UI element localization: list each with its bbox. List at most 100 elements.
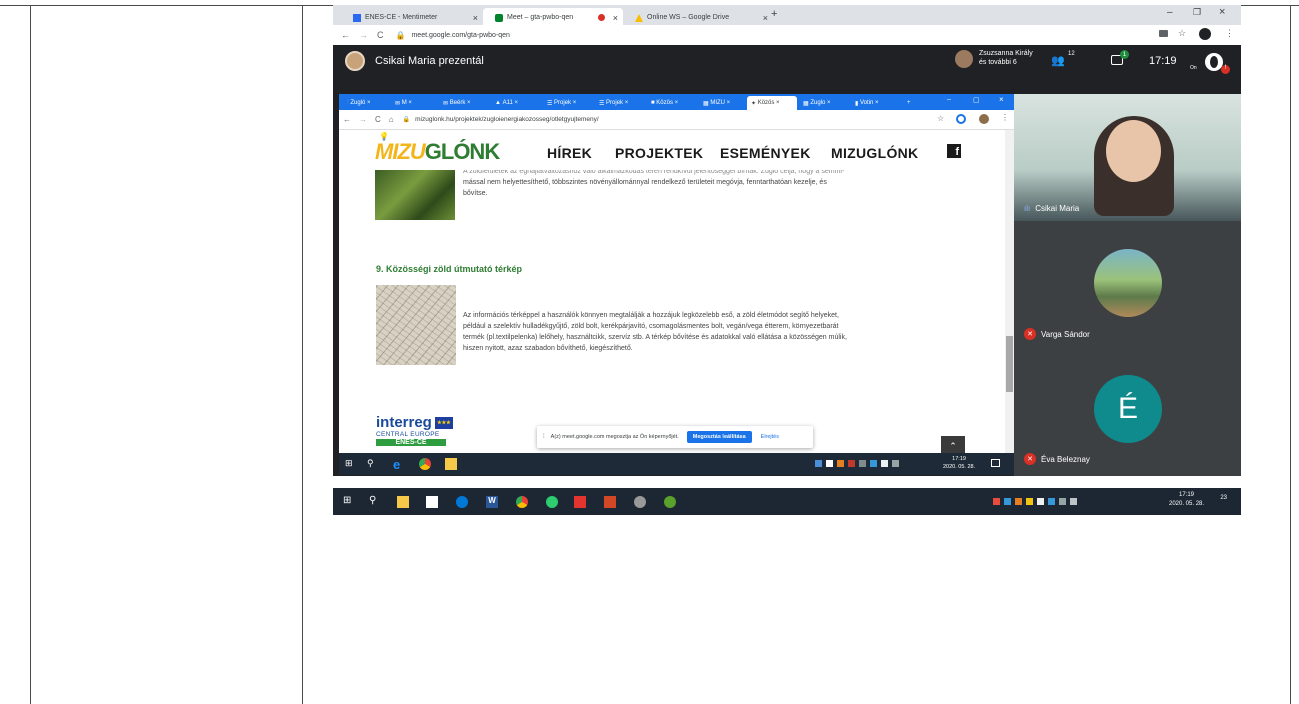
drag-handle-icon[interactable]: ⁞ bbox=[543, 434, 545, 440]
star-icon[interactable]: ☆ bbox=[937, 114, 944, 123]
outer-clock[interactable]: 17:19 2020. 05. 28. bbox=[1169, 491, 1204, 509]
mail-icon[interactable] bbox=[456, 496, 468, 508]
tray-icon[interactable] bbox=[1037, 498, 1044, 505]
back-icon[interactable]: ← bbox=[343, 115, 351, 124]
windows-start-icon[interactable]: ⊞ bbox=[345, 458, 357, 470]
nav-esemenyek[interactable]: ESEMÉNYEK bbox=[720, 145, 811, 161]
maximize-icon[interactable]: ❐ bbox=[1193, 7, 1201, 18]
nav-hirek[interactable]: HÍREK bbox=[547, 145, 592, 161]
nav-projektek[interactable]: PROJEKTEK bbox=[615, 145, 703, 161]
back-icon[interactable]: ← bbox=[341, 30, 350, 40]
notification-icon[interactable]: 23 bbox=[1215, 495, 1227, 506]
people-icon[interactable]: 👥 bbox=[1051, 54, 1065, 67]
scrollbar-thumb[interactable] bbox=[1006, 336, 1013, 392]
inner-tab[interactable]: f Zugló × bbox=[343, 96, 389, 110]
search-icon[interactable]: ⚲ bbox=[367, 458, 379, 470]
edge-icon[interactable]: e bbox=[393, 457, 405, 472]
tab-label: Online WS – Google Drive bbox=[647, 14, 730, 21]
inner-tab[interactable]: ■ Közös × bbox=[647, 96, 697, 110]
inner-tab[interactable]: ☰ Projek × bbox=[595, 96, 645, 110]
scroll-top-button[interactable]: ⌃ bbox=[941, 436, 965, 453]
inner-tab[interactable]: ✉ Beérk × bbox=[439, 96, 489, 110]
new-tab-icon[interactable]: + bbox=[903, 96, 915, 110]
close-icon[interactable]: × bbox=[763, 13, 768, 23]
tray-icon[interactable] bbox=[870, 460, 877, 467]
notification-icon[interactable] bbox=[991, 459, 1000, 467]
forward-icon[interactable]: → bbox=[359, 30, 368, 40]
on-label: On bbox=[1190, 65, 1197, 71]
inner-tab-active[interactable]: ✦ Közös × bbox=[747, 96, 797, 110]
store-icon[interactable] bbox=[426, 496, 438, 508]
tray-icon[interactable] bbox=[1059, 498, 1066, 505]
close-icon[interactable]: × bbox=[613, 13, 618, 23]
profile-avatar[interactable] bbox=[979, 114, 989, 124]
hide-button[interactable]: Elrejtés bbox=[761, 434, 779, 440]
cast-icon[interactable] bbox=[1159, 30, 1168, 37]
extension-icon[interactable] bbox=[956, 114, 966, 124]
tray-icons bbox=[993, 498, 1077, 505]
tray-icon[interactable] bbox=[815, 460, 822, 467]
participant-tile-varga[interactable]: ✕ Varga Sándor bbox=[1014, 221, 1241, 349]
section-title: 9. Közösségi zöld útmutató térkép bbox=[376, 264, 523, 274]
clock-date: 2020. 05. 28. bbox=[943, 464, 976, 470]
star-icon[interactable]: ☆ bbox=[1178, 28, 1186, 39]
tray-icon[interactable] bbox=[892, 460, 899, 467]
tray-icon[interactable] bbox=[837, 460, 844, 467]
word-icon[interactable]: W bbox=[486, 496, 498, 508]
folder-icon[interactable] bbox=[445, 458, 457, 470]
tray-icon[interactable] bbox=[859, 460, 866, 467]
chrome-icon[interactable] bbox=[419, 458, 431, 470]
inner-tab[interactable]: ▲ A11 × bbox=[491, 96, 541, 110]
windows-start-icon[interactable]: ⊞ bbox=[343, 495, 355, 507]
close-window-icon[interactable]: × bbox=[999, 95, 1004, 104]
tray-icon[interactable] bbox=[1048, 498, 1055, 505]
maximize-icon[interactable]: ▢ bbox=[973, 96, 980, 104]
close-window-icon[interactable]: × bbox=[1219, 6, 1225, 18]
inner-tab[interactable]: ▮ Votin × bbox=[851, 96, 901, 110]
tray-icon[interactable] bbox=[1026, 498, 1033, 505]
tray-icon[interactable] bbox=[1004, 498, 1011, 505]
inner-tab[interactable]: ▦ MIZU × bbox=[699, 96, 745, 110]
inner-tab-label: Beérk bbox=[449, 100, 466, 106]
minimize-icon[interactable]: – bbox=[1167, 7, 1173, 18]
tray-icon[interactable] bbox=[881, 460, 888, 467]
forward-icon[interactable]: → bbox=[359, 115, 367, 124]
app-icon[interactable] bbox=[546, 496, 558, 508]
tray-icon[interactable] bbox=[993, 498, 1000, 505]
tray-icon[interactable] bbox=[848, 460, 855, 467]
participant-tile-eva[interactable]: É ✕ Éva Beleznay bbox=[1014, 349, 1241, 476]
menu-icon[interactable]: ⋮ bbox=[1225, 28, 1234, 39]
tray-icon[interactable] bbox=[1070, 498, 1077, 505]
tray-icon[interactable] bbox=[826, 460, 833, 467]
search-icon[interactable]: ⚲ bbox=[369, 495, 381, 507]
chrome-icon[interactable] bbox=[516, 496, 528, 508]
app-icon[interactable] bbox=[634, 496, 646, 508]
reload-icon[interactable]: C bbox=[377, 30, 384, 40]
new-tab-icon[interactable]: + bbox=[771, 8, 777, 20]
inner-tab[interactable]: ☰ Projek × bbox=[543, 96, 593, 110]
site-logo[interactable]: MIZUGLÓNK bbox=[375, 139, 500, 165]
inner-tab[interactable]: ▦ Zuglo × bbox=[799, 96, 849, 110]
reload-icon[interactable]: C bbox=[375, 115, 381, 124]
inner-tab[interactable]: ✉ M × bbox=[391, 96, 437, 110]
url-text[interactable]: meet.google.com/gta-pwbo-qen bbox=[411, 32, 509, 39]
tray-icon[interactable] bbox=[1015, 498, 1022, 505]
app-icon[interactable] bbox=[664, 496, 676, 508]
participant-tile-speaker[interactable]: ılı Csikai Maria bbox=[1014, 94, 1241, 221]
close-icon[interactable]: × bbox=[473, 13, 478, 23]
inner-clock[interactable]: 17:19 2020. 05. 28. bbox=[943, 455, 975, 471]
nav-mizuglonk[interactable]: MIZUGLÓNK bbox=[831, 145, 918, 161]
acrobat-icon[interactable] bbox=[574, 496, 586, 508]
inner-scrollbar[interactable] bbox=[1005, 130, 1014, 453]
url-text[interactable]: mizuglonk.hu/projektek/zugloienergiakozo… bbox=[415, 116, 599, 123]
minimize-icon[interactable]: – bbox=[947, 96, 951, 103]
profile-avatar[interactable] bbox=[1199, 28, 1211, 40]
home-icon[interactable]: ⌂ bbox=[389, 115, 394, 124]
participants-summary[interactable]: Zsuzsanna Király és további 6 bbox=[979, 49, 1033, 67]
stop-sharing-button[interactable]: Megosztás leállítása bbox=[686, 431, 752, 443]
menu-icon[interactable]: ⋮ bbox=[1001, 113, 1009, 122]
inner-tab-label: Zuglo bbox=[810, 100, 826, 106]
facebook-icon[interactable]: f bbox=[947, 144, 961, 158]
powerpoint-icon[interactable] bbox=[604, 496, 616, 508]
file-explorer-icon[interactable] bbox=[397, 496, 409, 508]
